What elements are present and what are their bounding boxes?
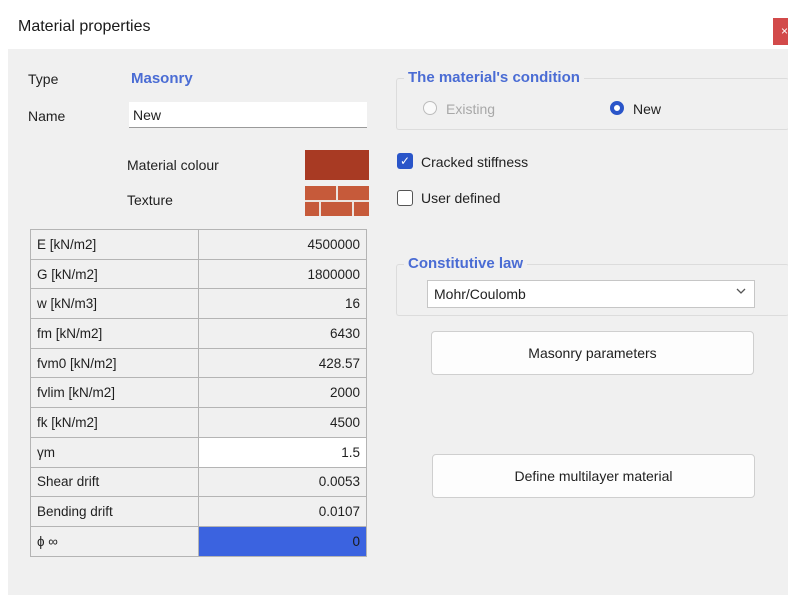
cracked-stiffness-label: Cracked stiffness	[421, 154, 529, 170]
constitutive-law-title: Constitutive law	[404, 255, 528, 272]
material-colour-swatch[interactable]	[305, 150, 369, 180]
property-value[interactable]: 1800000	[198, 258, 367, 290]
property-key: E [kN/m2]	[30, 229, 199, 260]
close-button[interactable]: ×	[773, 18, 788, 45]
name-label: Name	[28, 108, 66, 124]
property-value[interactable]: 428.57	[198, 347, 367, 379]
constitutive-law-value: Mohr/Coulomb	[434, 286, 526, 302]
user-defined-label: User defined	[421, 190, 501, 206]
new-radio[interactable]	[610, 101, 624, 115]
material-condition-title: The material's condition	[404, 69, 584, 86]
table-row[interactable]: E [kN/m2] 4500000	[30, 229, 367, 260]
property-value[interactable]: 0.0053	[198, 466, 367, 498]
table-row[interactable]: fk [kN/m2] 4500	[30, 407, 367, 438]
existing-radio[interactable]	[423, 101, 437, 115]
texture-swatch[interactable]	[305, 186, 369, 216]
property-value[interactable]: 4500	[198, 407, 367, 438]
name-input[interactable]	[129, 102, 367, 128]
user-defined-checkbox[interactable]	[397, 190, 413, 206]
property-key: fm [kN/m2]	[30, 318, 199, 349]
table-row[interactable]: ϕ ∞ 0	[30, 525, 367, 557]
property-key: fvm0 [kN/m2]	[30, 347, 199, 379]
new-label: New	[633, 101, 662, 117]
property-key: G [kN/m2]	[30, 258, 199, 290]
type-value: Masonry	[131, 70, 193, 87]
cracked-stiffness-checkbox[interactable]: ✓	[397, 153, 413, 169]
property-key: γm	[30, 436, 199, 468]
table-row[interactable]: G [kN/m2] 1800000	[30, 258, 367, 290]
property-value[interactable]: 1.5	[198, 436, 367, 468]
texture-label: Texture	[127, 192, 173, 208]
table-row[interactable]: fvlim [kN/m2] 2000	[30, 377, 367, 409]
property-value[interactable]: 0.0107	[198, 496, 367, 527]
properties-table: E [kN/m2] 4500000 G [kN/m2] 1800000 w [kN/…	[30, 229, 367, 557]
table-row[interactable]: Bending drift 0.0107	[30, 496, 367, 527]
property-value[interactable]: 4500000	[198, 229, 367, 260]
table-row[interactable]: fm [kN/m2] 6430	[30, 318, 367, 349]
table-row[interactable]: Shear drift 0.0053	[30, 466, 367, 498]
property-key: fk [kN/m2]	[30, 407, 199, 438]
existing-label: Existing	[446, 101, 496, 117]
window-title: Material properties	[18, 18, 151, 35]
type-label: Type	[28, 71, 59, 87]
property-key: Bending drift	[30, 496, 199, 527]
property-value[interactable]: 16	[198, 288, 367, 320]
property-key: w [kN/m3]	[30, 288, 199, 320]
define-multilayer-material-button[interactable]: Define multilayer material	[432, 454, 755, 498]
property-key: ϕ ∞	[30, 525, 199, 557]
chevron-down-icon	[735, 285, 747, 300]
table-row[interactable]: fvm0 [kN/m2] 428.57	[30, 347, 367, 379]
brick-texture-icon	[305, 186, 369, 216]
property-key: fvlim [kN/m2]	[30, 377, 199, 409]
property-value[interactable]: 0	[198, 525, 367, 557]
material-colour-label: Material colour	[127, 157, 219, 173]
property-value[interactable]: 6430	[198, 318, 367, 349]
table-row[interactable]: w [kN/m3] 16	[30, 288, 367, 320]
masonry-parameters-button[interactable]: Masonry parameters	[431, 331, 754, 375]
property-value[interactable]: 2000	[198, 377, 367, 409]
table-row[interactable]: γm 1.5	[30, 436, 367, 468]
property-key: Shear drift	[30, 466, 199, 498]
